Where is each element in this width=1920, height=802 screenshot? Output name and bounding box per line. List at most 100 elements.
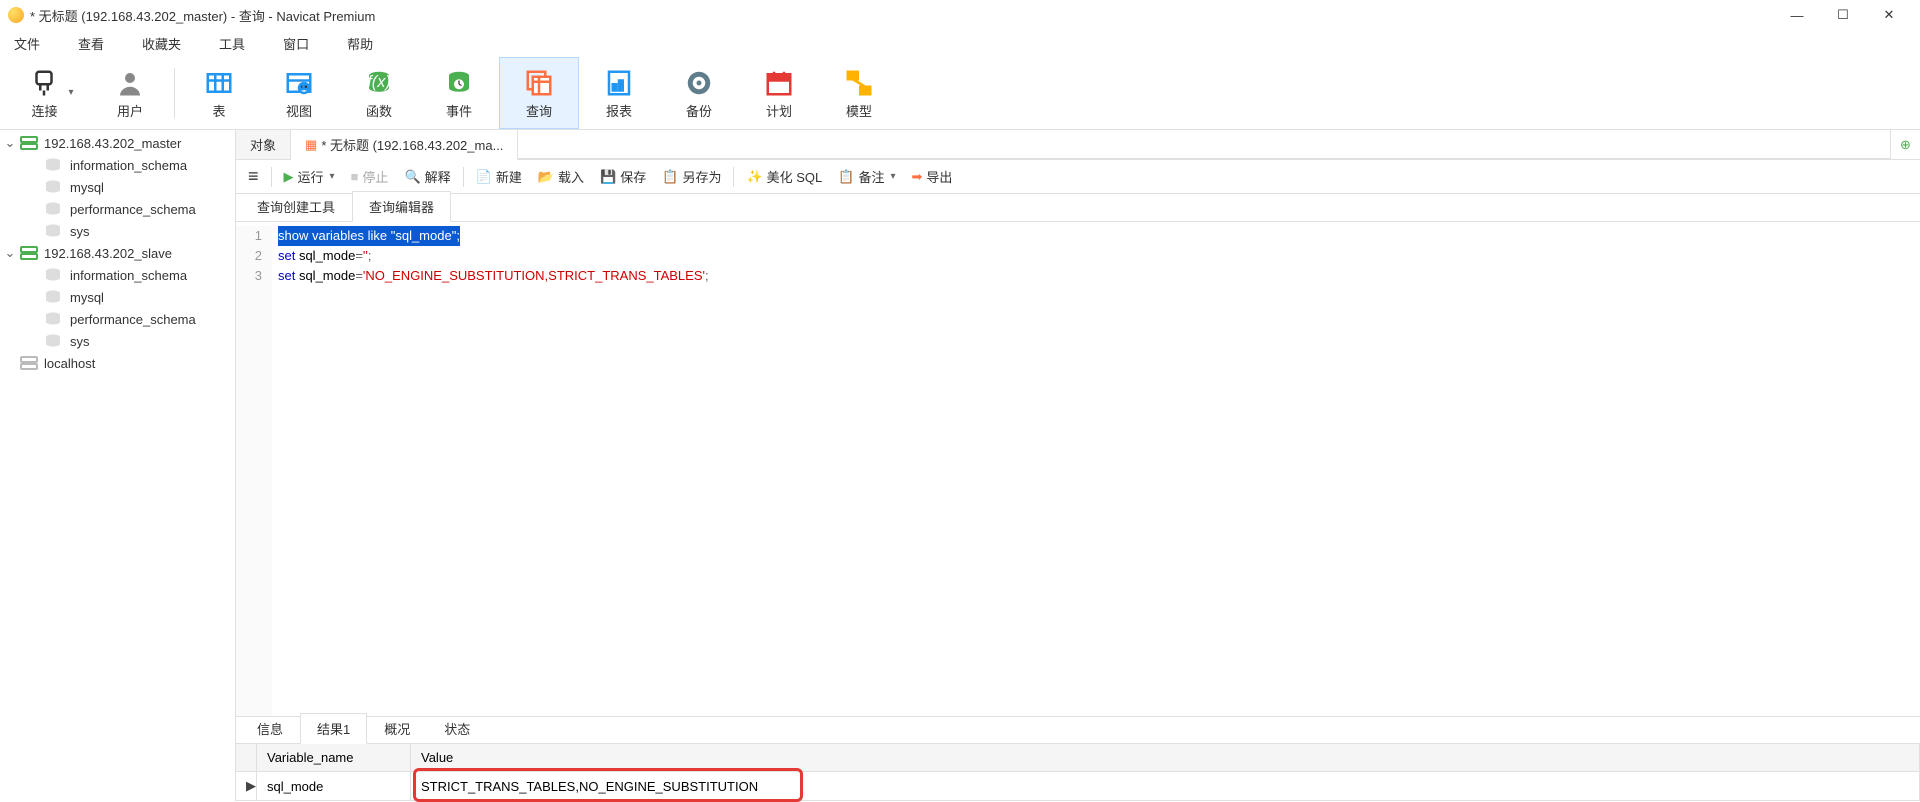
row-marker: ▶ bbox=[236, 772, 257, 800]
connection-icon bbox=[18, 134, 40, 152]
plus-icon: ⊕ bbox=[1900, 137, 1911, 153]
fx-icon: f(x) bbox=[361, 65, 397, 101]
toolbar-table[interactable]: 表 bbox=[179, 57, 259, 129]
beautify-button[interactable]: ✨ 美化 SQL bbox=[742, 165, 826, 188]
schema-node[interactable]: information_schema bbox=[0, 264, 235, 286]
toolbar-report[interactable]: 报表 bbox=[579, 57, 659, 129]
menu-0[interactable]: 文件 bbox=[10, 32, 44, 55]
menu-3[interactable]: 工具 bbox=[215, 32, 249, 55]
notes-label: 备注 bbox=[858, 167, 884, 186]
notes-icon: 📋 bbox=[838, 169, 854, 185]
save-label: 保存 bbox=[620, 167, 646, 186]
grid-row[interactable]: ▶ sql_mode STRICT_TRANS_TABLES,NO_ENGINE… bbox=[236, 772, 1920, 800]
connection-node[interactable]: ⌄192.168.43.202_slave bbox=[0, 242, 235, 264]
maximize-button[interactable]: ☐ bbox=[1820, 0, 1866, 30]
export-label: 导出 bbox=[926, 167, 952, 186]
load-icon: 📂 bbox=[538, 169, 554, 185]
toolbar-query[interactable]: 查询 bbox=[499, 57, 579, 129]
schema-node[interactable]: sys bbox=[0, 330, 235, 352]
tab-label: * 无标题 (192.168.43.202_ma... bbox=[321, 135, 503, 154]
schema-node[interactable]: information_schema bbox=[0, 154, 235, 176]
add-tab-button[interactable]: ⊕ bbox=[1890, 130, 1920, 159]
schema-node[interactable]: sys bbox=[0, 220, 235, 242]
schema-node[interactable]: mysql bbox=[0, 286, 235, 308]
toolbar-label: 模型 bbox=[846, 101, 872, 120]
toolbar-fx[interactable]: f(x)函数 bbox=[339, 57, 419, 129]
schema-icon bbox=[44, 158, 64, 172]
schema-node[interactable]: performance_schema bbox=[0, 198, 235, 220]
chevron-down-icon: ▾ bbox=[330, 171, 335, 182]
connection-name: 192.168.43.202_master bbox=[44, 136, 181, 151]
schema-node[interactable]: performance_schema bbox=[0, 308, 235, 330]
saveas-icon: 📋 bbox=[662, 169, 678, 185]
schema-name: mysql bbox=[70, 180, 104, 195]
main-toolbar: 连接▾ 用户 表视图f(x)函数事件查询 报表备份计划模型 bbox=[0, 56, 1920, 130]
stop-button[interactable]: ■ 停止 bbox=[347, 165, 393, 188]
menu-2[interactable]: 收藏夹 bbox=[138, 32, 185, 55]
toolbar-plug[interactable]: 连接▾ bbox=[10, 57, 90, 129]
schema-icon bbox=[44, 312, 64, 326]
inner-tab-1[interactable]: 查询编辑器 bbox=[352, 191, 451, 222]
tree-toggle[interactable]: ⌄ bbox=[2, 245, 18, 261]
new-button[interactable]: 📄 新建 bbox=[472, 165, 526, 188]
run-label: 运行 bbox=[298, 167, 324, 186]
column-header[interactable]: Variable_name bbox=[257, 744, 411, 771]
connection-node[interactable]: localhost bbox=[0, 352, 235, 374]
toolbar-backup[interactable]: 备份 bbox=[659, 57, 739, 129]
menu-button[interactable]: ≡ bbox=[244, 164, 263, 189]
window-title: * 无标题 (192.168.43.202_master) - 查询 - Nav… bbox=[30, 6, 1774, 25]
cell-value[interactable]: STRICT_TRANS_TABLES,NO_ENGINE_SUBSTITUTI… bbox=[411, 772, 1920, 800]
minimize-button[interactable]: — bbox=[1774, 0, 1820, 30]
inner-tab-0[interactable]: 查询创建工具 bbox=[240, 191, 352, 221]
connection-node[interactable]: ⌄ 192.168.43.202_master bbox=[0, 132, 235, 154]
code-line[interactable]: set sql_mode='NO_ENGINE_SUBSTITUTION,STR… bbox=[278, 266, 709, 286]
connection-icon bbox=[18, 244, 40, 262]
query-toolbar: ≡ ▶ 运行 ▾ ■ 停止 🔍 解释 📄 新建 📂 载入 bbox=[236, 160, 1920, 194]
export-button[interactable]: ➡ 导出 bbox=[908, 165, 957, 188]
notes-button[interactable]: 📋 备注 ▾ bbox=[834, 165, 899, 188]
toolbar-schedule[interactable]: 计划 bbox=[739, 57, 819, 129]
toolbar-model[interactable]: 模型 bbox=[819, 57, 899, 129]
toolbar-label: 用户 bbox=[117, 101, 143, 120]
load-button[interactable]: 📂 载入 bbox=[534, 165, 588, 188]
result-tab-0[interactable]: 信息 bbox=[240, 713, 300, 743]
toolbar-label: 查询 bbox=[526, 101, 552, 120]
menu-1[interactable]: 查看 bbox=[74, 32, 108, 55]
result-tab-3[interactable]: 状态 bbox=[427, 713, 487, 743]
result-tab-1[interactable]: 结果1 bbox=[300, 713, 367, 744]
tab-query[interactable]: ▦* 无标题 (192.168.43.202_ma... bbox=[291, 130, 518, 160]
result-tab-2[interactable]: 概况 bbox=[367, 713, 427, 743]
menu-4[interactable]: 窗口 bbox=[279, 32, 313, 55]
saveas-button[interactable]: 📋 另存为 bbox=[658, 165, 725, 188]
row-marker-head bbox=[236, 744, 257, 771]
column-header[interactable]: Value bbox=[411, 744, 1920, 771]
schema-name: information_schema bbox=[70, 158, 187, 173]
run-button[interactable]: ▶ 运行 ▾ bbox=[280, 165, 339, 188]
result-tabs: 信息结果1概况状态 bbox=[236, 716, 1920, 744]
user-icon bbox=[112, 65, 148, 101]
toolbar-view[interactable]: 视图 bbox=[259, 57, 339, 129]
chevron-down-icon: ▾ bbox=[890, 171, 895, 182]
code-area[interactable]: show variables like "sql_mode";set sql_m… bbox=[272, 226, 709, 716]
cell-value-text: STRICT_TRANS_TABLES,NO_ENGINE_SUBSTITUTI… bbox=[421, 779, 758, 794]
code-line[interactable]: show variables like "sql_mode"; bbox=[278, 226, 460, 246]
backup-icon bbox=[681, 65, 717, 101]
code-line[interactable]: set sql_mode=''; bbox=[278, 246, 709, 266]
toolbar-user[interactable]: 用户 bbox=[90, 57, 170, 129]
tab-objects[interactable]: 对象 bbox=[236, 130, 291, 159]
line-number: 2 bbox=[236, 246, 262, 266]
explain-button[interactable]: 🔍 解释 bbox=[400, 165, 454, 188]
cell-variable-name[interactable]: sql_mode bbox=[257, 772, 411, 800]
save-button[interactable]: 💾 保存 bbox=[596, 165, 650, 188]
close-button[interactable]: ✕ bbox=[1866, 0, 1912, 30]
toolbar-event[interactable]: 事件 bbox=[419, 57, 499, 129]
menu-5[interactable]: 帮助 bbox=[343, 32, 377, 55]
schema-icon bbox=[44, 290, 64, 304]
tree-toggle[interactable]: ⌄ bbox=[2, 135, 18, 151]
schema-node[interactable]: mysql bbox=[0, 176, 235, 198]
line-number: 1 bbox=[236, 226, 262, 246]
sql-editor[interactable]: 123 show variables like "sql_mode";set s… bbox=[236, 222, 1920, 716]
connection-icon bbox=[18, 354, 40, 372]
schema-icon bbox=[44, 224, 64, 238]
schema-name: sys bbox=[70, 224, 90, 239]
